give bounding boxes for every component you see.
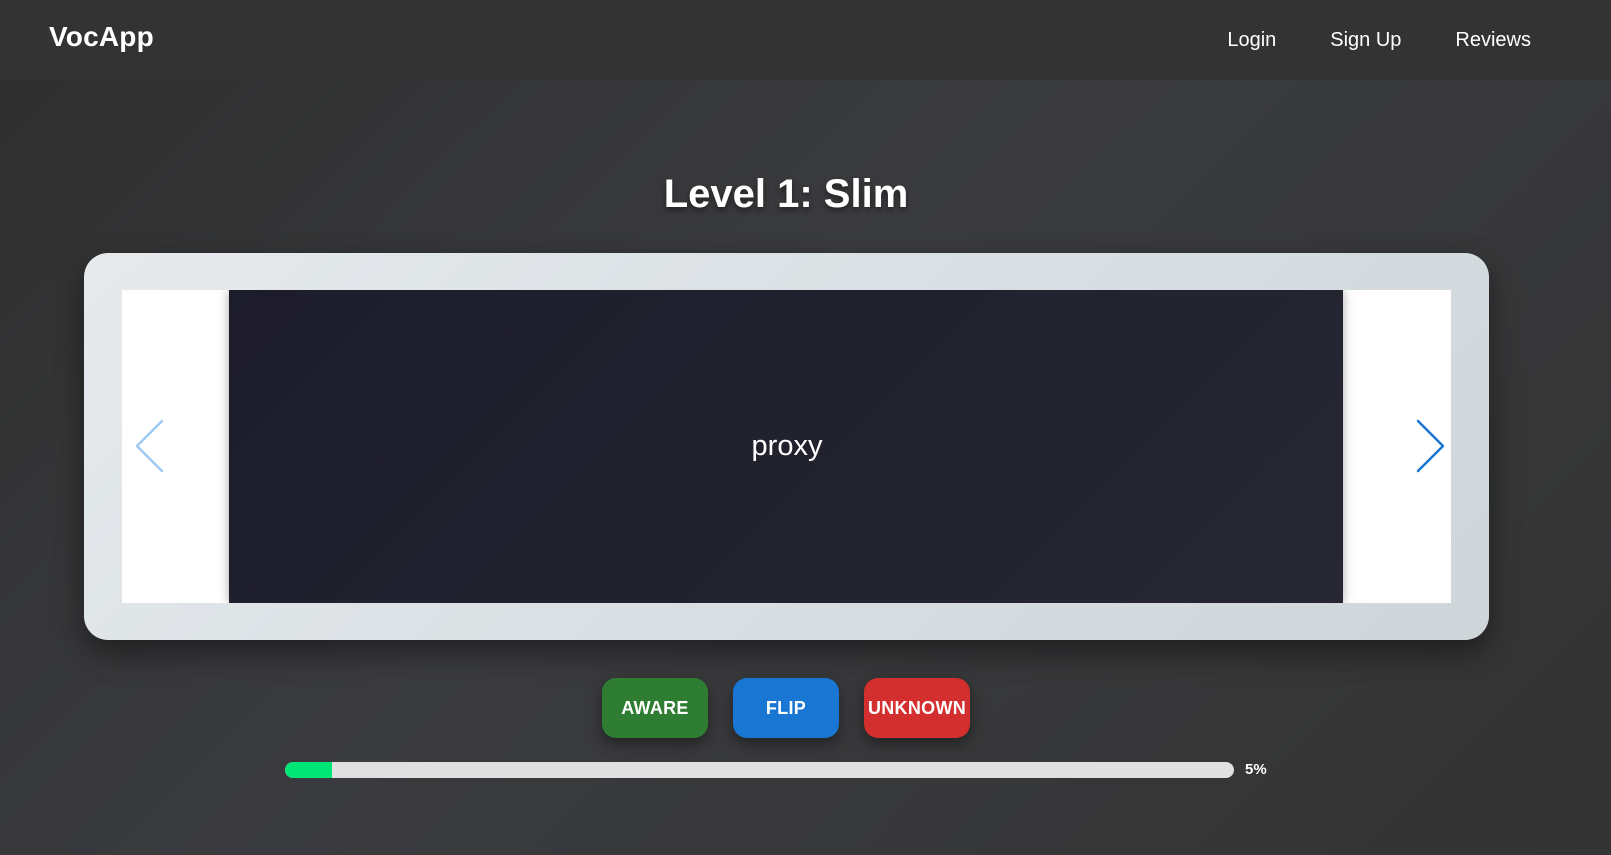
carousel-viewport: proxy (122, 290, 1451, 603)
progress-bar (285, 762, 1234, 778)
flashcard-carousel: proxy (84, 253, 1489, 640)
flashcard[interactable]: proxy (229, 290, 1343, 603)
unknown-button[interactable]: UNKNOWN (864, 678, 970, 738)
card-actions: AWARE FLIP UNKNOWN (602, 678, 970, 738)
carousel-next-button[interactable] (1412, 416, 1451, 476)
navbar: VocApp Login Sign Up Reviews (0, 0, 1611, 80)
progress-bar-fill (285, 762, 333, 778)
flashcard-word: proxy (751, 430, 823, 462)
chevron-left-icon (135, 419, 164, 473)
level-title: Level 1: Slim (663, 172, 909, 216)
nav-login-link[interactable]: Login (1227, 27, 1276, 53)
progress-percent-label: 5% (1245, 761, 1267, 778)
nav-reviews-link[interactable]: Reviews (1455, 27, 1531, 53)
nav-links: Login Sign Up Reviews (1173, 27, 1531, 53)
nav-signup-link[interactable]: Sign Up (1330, 27, 1401, 53)
chevron-right-icon (1416, 419, 1445, 473)
flip-button[interactable]: FLIP (733, 678, 839, 738)
brand-logo[interactable]: VocApp (49, 21, 154, 53)
aware-button[interactable]: AWARE (602, 678, 708, 738)
carousel-prev-button[interactable] (134, 416, 174, 476)
